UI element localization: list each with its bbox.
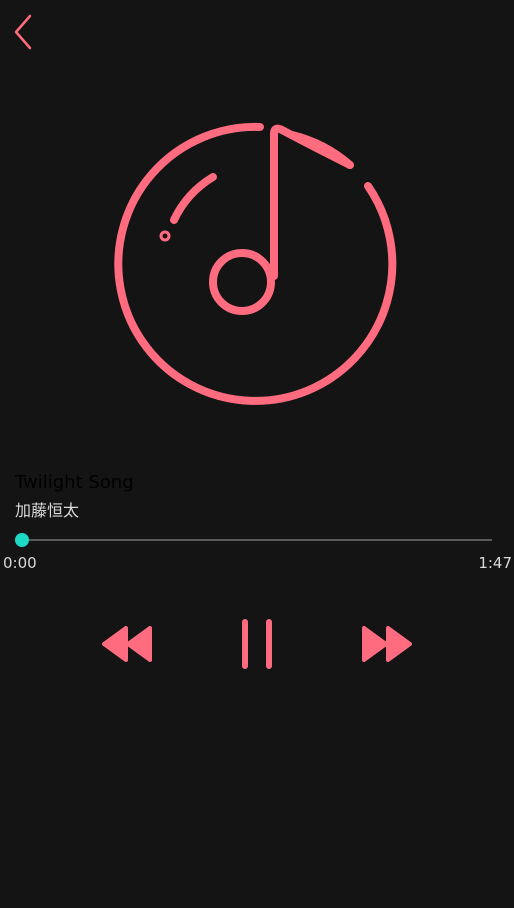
rewind-button[interactable] <box>92 612 162 676</box>
current-time: 0:00 <box>3 554 37 572</box>
music-player-screen: Twilight Song 加藤恒太 0:00 1:47 <box>0 0 514 908</box>
total-time: 1:47 <box>478 554 512 572</box>
fast-forward-icon <box>362 626 412 662</box>
fast-forward-button[interactable] <box>352 612 422 676</box>
pause-icon <box>242 619 272 669</box>
music-note-disc-icon <box>114 122 397 405</box>
song-title: Twilight Song <box>15 472 134 493</box>
pause-button[interactable] <box>226 612 288 676</box>
song-artist: 加藤恒太 <box>15 501 80 520</box>
rewind-icon <box>102 626 152 662</box>
chevron-left-icon <box>14 14 32 50</box>
progress-slider[interactable] <box>15 533 492 547</box>
back-button[interactable] <box>4 10 44 54</box>
album-art <box>112 118 404 410</box>
progress-thumb[interactable] <box>15 533 29 547</box>
